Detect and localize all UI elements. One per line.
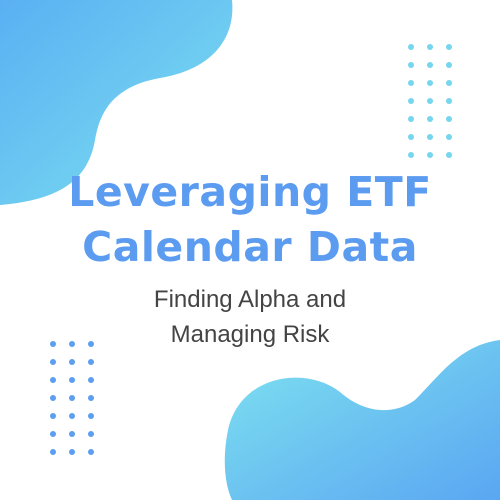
top-right-dot-grid [408,44,452,158]
graphic-canvas: Leveraging ETF Calendar Data Finding Alp… [0,0,500,500]
headline-line-2: Calendar Data [82,223,418,271]
subheadline-line-2: Managing Risk [170,321,330,348]
bottom-left-dot-grid [50,341,94,455]
bottom-right-blob-shape [224,340,500,500]
headline-line-1: Leveraging ETF [68,168,432,216]
subheadline-line-1: Finding Alpha and [153,286,347,313]
